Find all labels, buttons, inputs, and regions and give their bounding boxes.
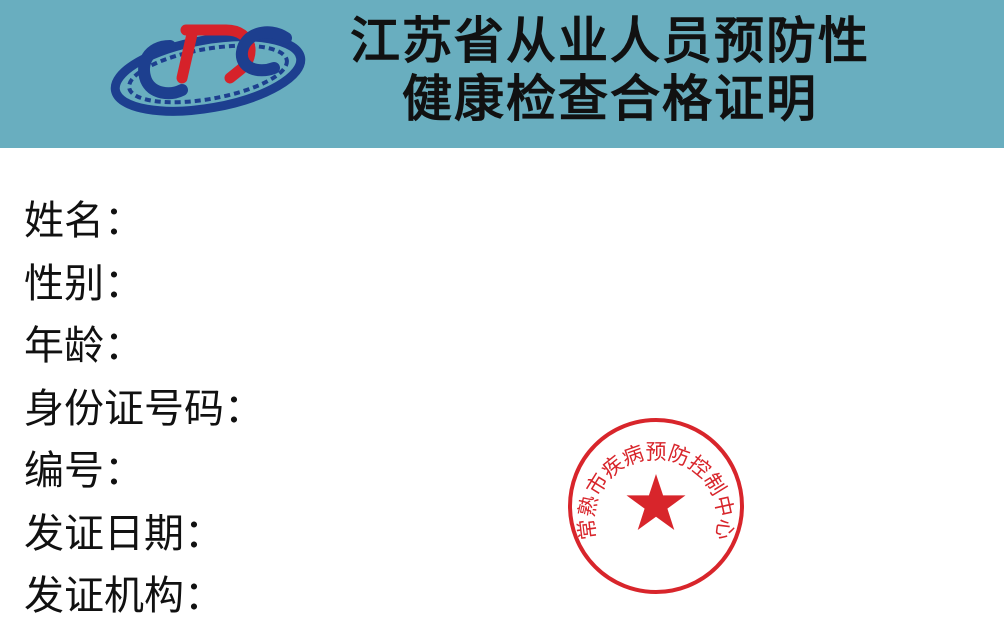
official-seal: 常熟市疾病预防控制中心	[568, 418, 744, 594]
field-gender: 性别：	[24, 260, 144, 307]
certificate-title: 江苏省从业人员预防性 健康检查合格证明	[300, 12, 920, 128]
field-issuing-authority: 发证机构：	[24, 573, 224, 619]
seal-star-icon	[626, 474, 686, 530]
title-line-1: 江苏省从业人员预防性	[350, 12, 870, 70]
title-line-2: 健康检查合格证明	[402, 70, 818, 128]
field-serial-number: 编号：	[24, 448, 144, 494]
cdc-logo	[110, 24, 306, 116]
field-name: 姓名：	[24, 198, 144, 244]
field-age: 年龄：	[24, 323, 144, 369]
field-list: 姓名： 性别： 年龄： 身份证号码： 编号： 发证日期： 发证机构：	[24, 190, 264, 628]
header-banner: 江苏省从业人员预防性 健康检查合格证明	[0, 0, 1004, 148]
field-issue-date: 发证日期：	[24, 510, 224, 557]
field-id-number: 身份证号码：	[24, 385, 264, 432]
